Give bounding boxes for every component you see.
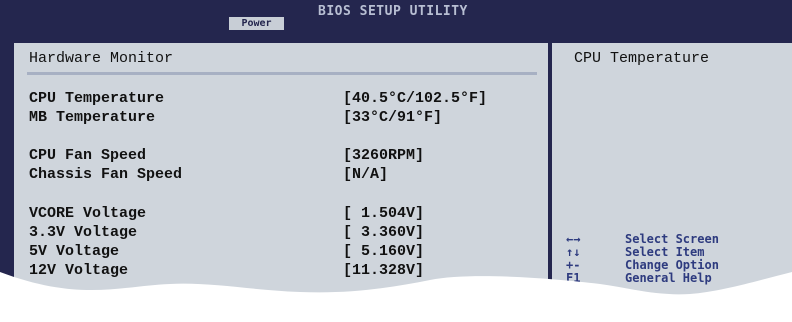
select-screen-key: ←→ xyxy=(566,232,581,246)
chassis-fan-speed-value: [N/A] xyxy=(343,166,389,183)
cpu-fan-speed-label[interactable]: CPU Fan Speed xyxy=(29,147,146,164)
vcore-voltage-value: [ 1.504V] xyxy=(343,205,425,222)
vcore-voltage-label[interactable]: VCORE Voltage xyxy=(29,205,146,222)
tab-power[interactable]: Power xyxy=(229,17,284,30)
cpu-temperature-label[interactable]: CPU Temperature xyxy=(29,90,164,107)
panel-title-divider xyxy=(27,72,537,75)
5v-voltage-label[interactable]: 5V Voltage xyxy=(29,243,119,260)
cpu-fan-speed-value: [3260RPM] xyxy=(343,147,425,164)
5v-voltage-value: [ 5.160V] xyxy=(343,243,425,260)
panel-title: Hardware Monitor xyxy=(29,50,174,67)
chassis-fan-speed-label[interactable]: Chassis Fan Speed xyxy=(29,166,182,183)
select-screen-desc: Select Screen xyxy=(625,232,719,246)
3v3-voltage-value: [ 3.360V] xyxy=(343,224,425,241)
3v3-voltage-label[interactable]: 3.3V Voltage xyxy=(29,224,137,241)
select-item-desc: Select Item xyxy=(625,245,705,259)
change-option-key: +- xyxy=(566,258,581,272)
select-item-key: ↑↓ xyxy=(566,245,581,259)
change-option-desc: Change Option xyxy=(625,258,719,272)
mb-temperature-label[interactable]: MB Temperature xyxy=(29,109,155,126)
bios-title: BIOS SETUP UTILITY xyxy=(318,4,468,19)
torn-bottom-edge xyxy=(0,272,792,322)
mb-temperature-value: [33°C/91°F] xyxy=(343,109,443,126)
help-title: CPU Temperature xyxy=(574,50,710,67)
bios-header-bar: BIOS SETUP UTILITY Power xyxy=(0,0,792,30)
cpu-temperature-value: [40.5°C/102.5°F] xyxy=(343,90,488,107)
